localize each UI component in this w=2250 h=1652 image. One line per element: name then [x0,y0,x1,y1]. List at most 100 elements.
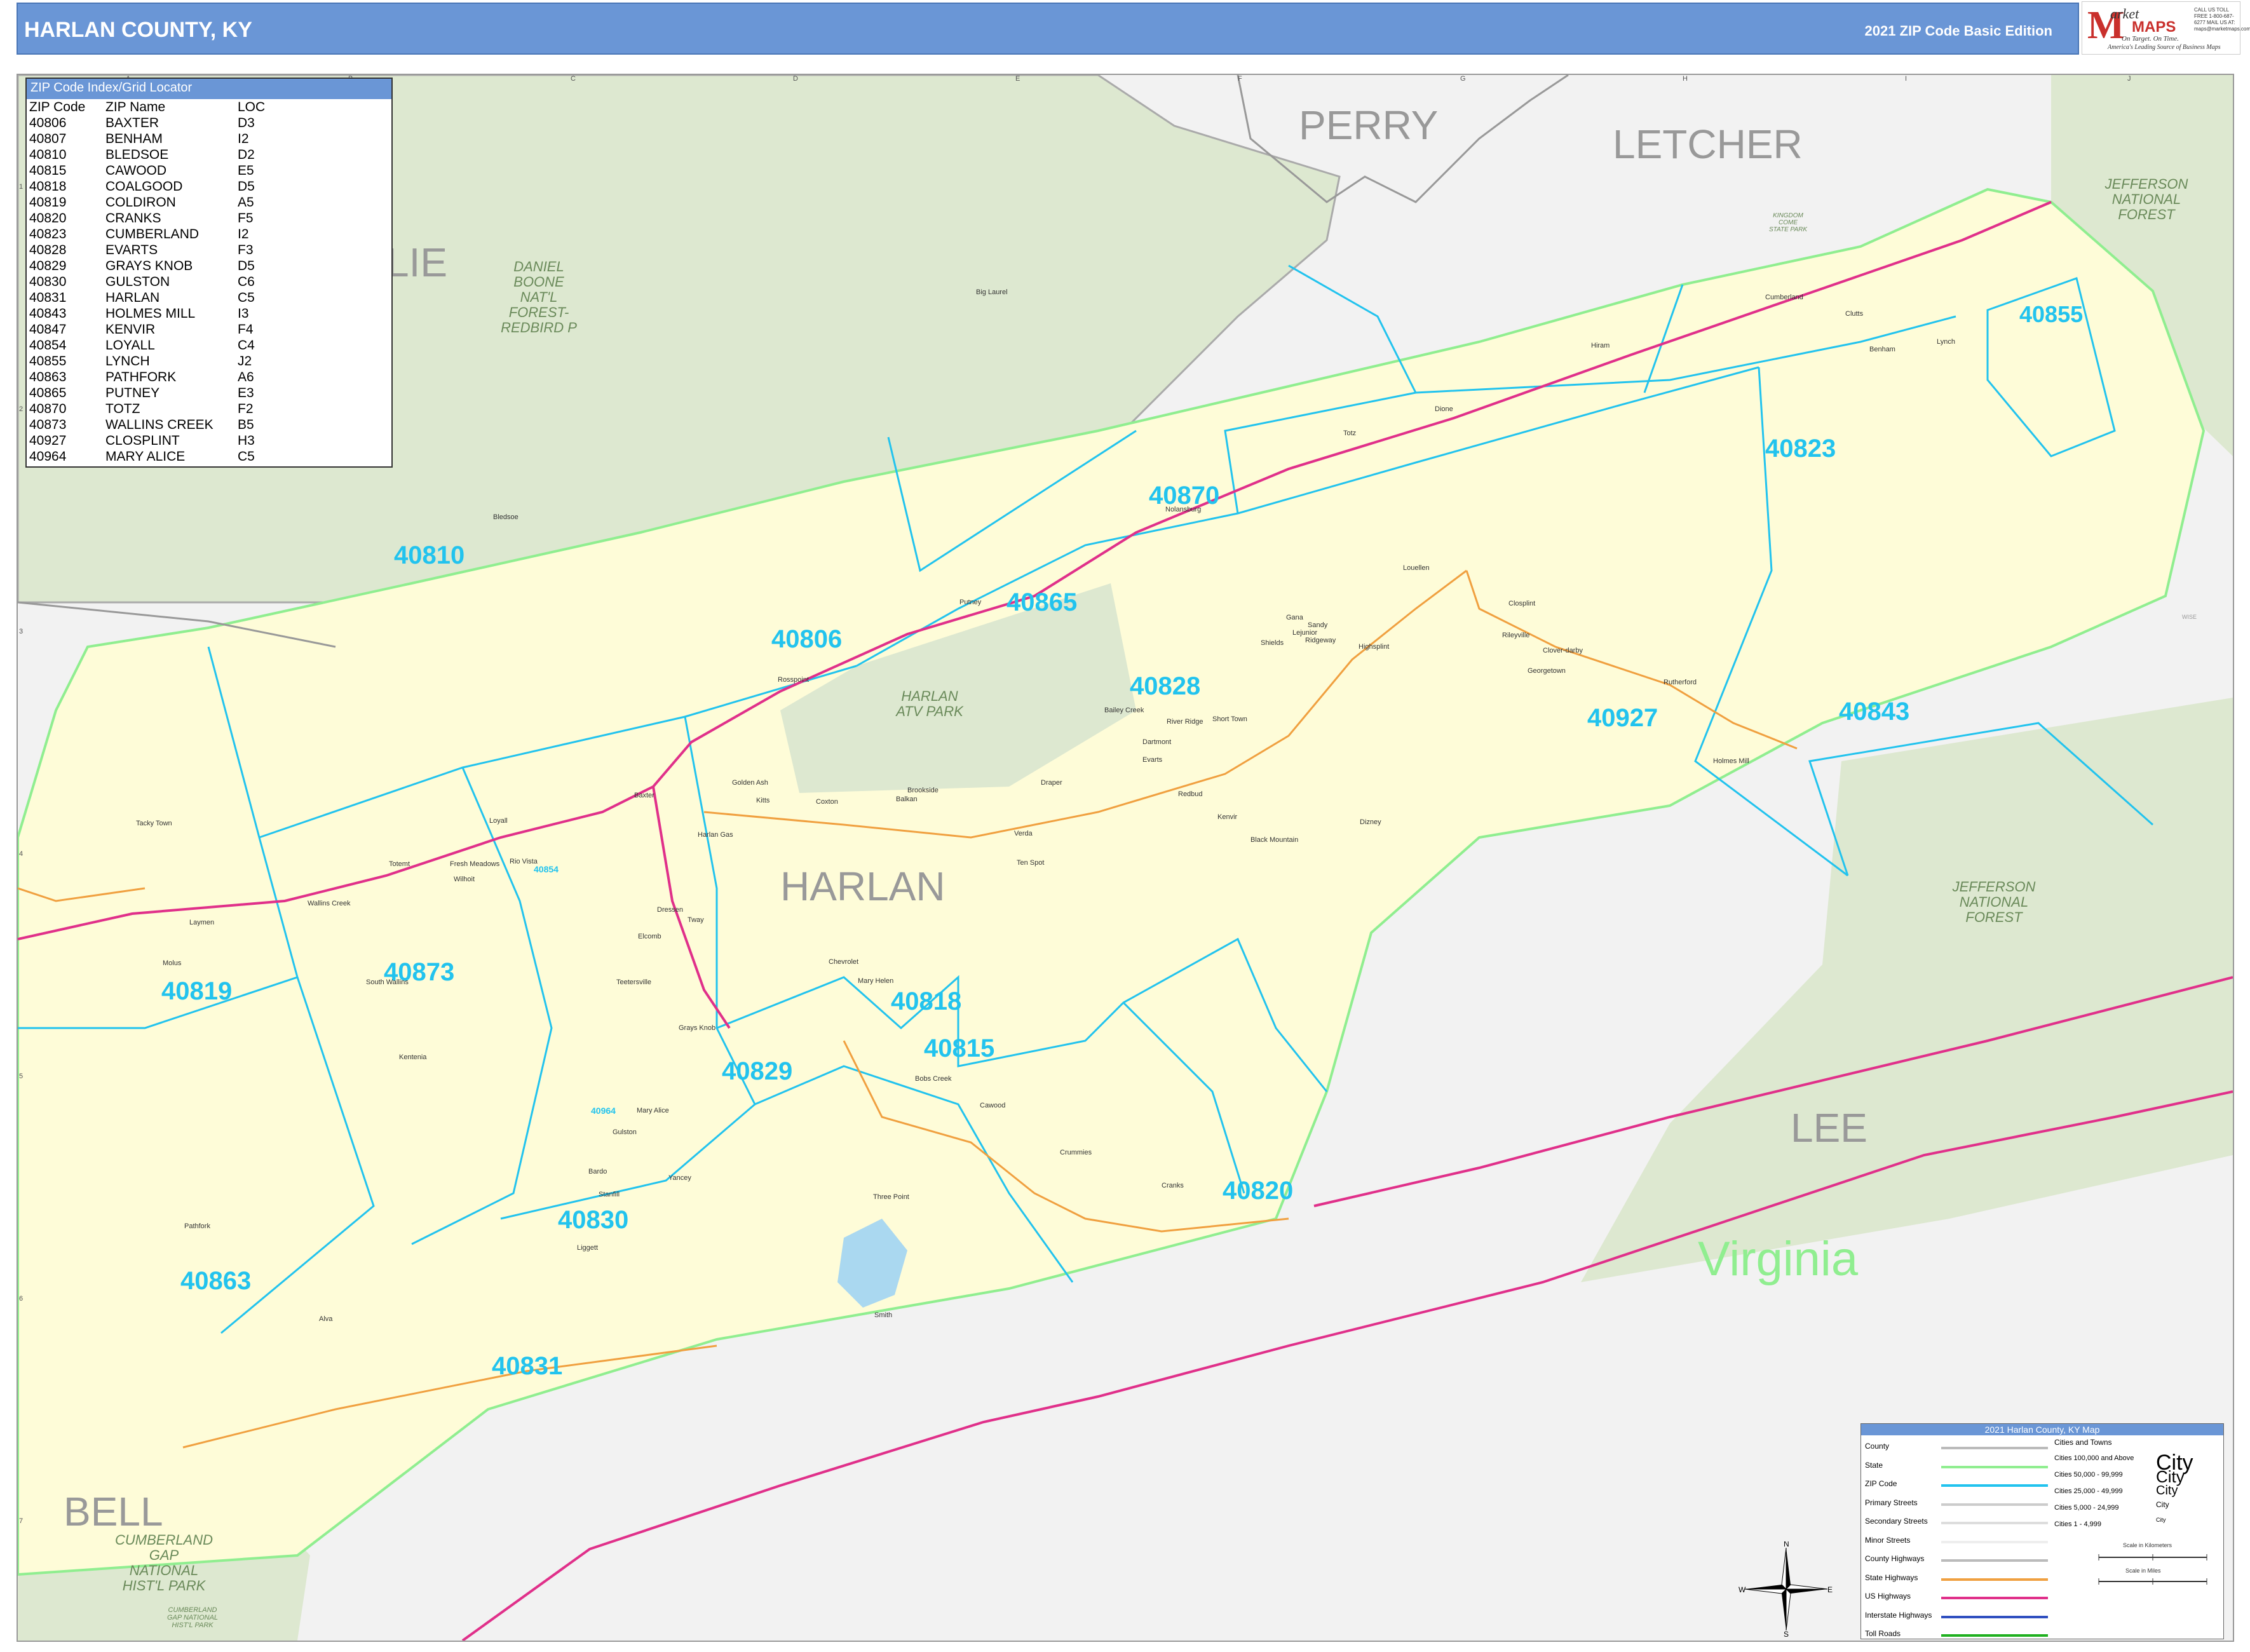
zip-index-table: ZIP Code ZIP Name LOC 40806 BAXTER D3 40807… [27,99,391,464]
zip-name-cell: KENVIR [105,322,156,337]
town-label: Gulston [613,1128,637,1136]
town-label: Redbud [1178,790,1203,798]
town-label: Highsplint [1359,643,1390,651]
zip-index-row: 40823 CUMBERLAND I2 [29,226,391,242]
zip-loc-cell: A6 [238,370,254,384]
town-label: Bardo [588,1168,607,1175]
legend-city-range: Cities 50,000 - 99,999 [2054,1471,2123,1479]
zip-label-40831: 40831 [492,1352,563,1380]
legend-row: Toll Roads [1865,1627,2049,1646]
park-label-cumberland-gap: CUMBERLAND GAP NATIONAL HIST'L PARK [114,1532,213,1594]
town-label: Coxton [816,798,838,806]
zip-code-cell: 40806 [29,116,67,130]
compass-e: E [1827,1585,1833,1594]
town-label: Cawood [980,1102,1006,1109]
town-label: Alva [319,1315,333,1323]
legend-city-row: Cities 25,000 - 49,999 City [2054,1484,2220,1500]
zip-code-cell: 40855 [29,354,67,369]
market-maps-logo: M arket MAPS On Target. On Time. America… [2082,1,2250,55]
town-label: Closplint [1508,600,1536,607]
zip-index-row: 40818 COALGOOD D5 [29,179,391,194]
zip-label-40855: 40855 [2019,301,2084,327]
zip-code-cell: 40847 [29,322,67,337]
zip-index-title: ZIP Code Index/Grid Locator [27,79,391,99]
town-label: Ten Spot [1017,859,1045,867]
town-label: Three Point [873,1193,909,1201]
town-label: Nolansburg [1165,506,1202,513]
legend-row-label: State Highways [1865,1573,1918,1582]
grid-col-f: F [1238,75,1242,83]
zip-index-row: 40855 LYNCH J2 [29,353,391,369]
zip-name-cell: PATHFORK [105,370,177,384]
town-label: Laymen [189,919,215,926]
town-label: Rosspoint [778,676,809,684]
grid-col-d: D [793,75,798,83]
grid-col-h: H [1683,75,1688,83]
zip-label-40806: 40806 [771,625,843,653]
town-label: Smith [874,1311,893,1319]
town-label: Dione [1435,405,1453,413]
legend-row-label: County Highways [1865,1554,1925,1563]
zip-loc-cell: I2 [238,227,249,241]
legend-swatch [1941,1615,2048,1618]
legend-row: County Highways [1865,1552,2049,1571]
town-label: Mary Alice [637,1107,669,1114]
zip-index-header: ZIP Code [29,100,86,114]
legend-row: State [1865,1458,2049,1477]
zip-code-cell: 40831 [29,290,67,305]
zip-name-cell: CUMBERLAND [105,227,200,241]
zip-index-row: 40810 BLEDSOE D2 [29,147,391,163]
town-label: Liggett [577,1244,599,1252]
zip-loc-cell: E3 [238,386,254,400]
zip-index-row: 40847 KENVIR F4 [29,322,391,337]
zip-code-cell: 40964 [29,449,67,464]
compass-w: W [1738,1585,1746,1594]
zip-loc-cell: D3 [238,116,255,130]
town-label: Crummies [1060,1149,1092,1156]
town-label: Benham [1869,346,1895,353]
town-label: Big Laurel [976,288,1008,296]
zip-name-cell: CRANKS [105,211,161,226]
zip-index-rows: 40806 BAXTER D3 40807 BENHAM I2 40810 BLEDSOE D2… [29,115,391,464]
zip-loc-cell: C5 [238,290,255,305]
town-label: Dartmont [1142,738,1172,746]
zip-name-cell: LOYALL [105,338,155,353]
town-label: Draper [1041,779,1062,787]
town-label: Louellen [1403,564,1430,572]
town-label: Loyall [489,817,508,825]
zip-code-cell: 40927 [29,433,67,448]
zip-name-cell: BENHAM [105,132,163,146]
zip-index-row: 40964 MARY ALICE C5 [29,449,391,464]
town-label: Wallins Creek [308,900,351,907]
legend-row: Secondary Streets [1865,1514,2049,1533]
scale-km-label: Scale in Kilometers [2123,1542,2172,1548]
grid-col-g: G [1460,75,1466,83]
legend-city-range: Cities 100,000 and Above [2054,1454,2134,1462]
zip-label-40830: 40830 [558,1206,629,1234]
zip-name-cell: LYNCH [105,354,150,369]
town-label: Baxter [634,792,654,799]
town-label: South Wallins [366,978,409,986]
zip-label-40863: 40863 [180,1267,252,1295]
legend-row-label: US Highways [1865,1592,1911,1601]
town-label: Balkan [896,796,918,803]
zip-label-40829: 40829 [722,1057,793,1085]
town-label: Lynch [1937,338,1955,346]
town-label: Rio Vista [510,858,538,865]
town-label: Lejunior [1292,629,1318,637]
zip-name-cell: GRAYS KNOB [105,259,193,273]
zip-index-row: 40863 PATHFORK A6 [29,369,391,385]
zip-index-row: 40873 WALLINS CREEK B5 [29,417,391,433]
grid-row-1: 1 [19,183,24,191]
county-label-leslie: LIE [386,240,448,285]
legend-city-range: Cities 25,000 - 49,999 [2054,1487,2123,1495]
town-label: Georgetown [1528,667,1566,675]
zip-label-40810: 40810 [394,541,465,569]
map-header: HARLAN COUNTY, KY 2021 ZIP Code Basic Ed… [17,3,2079,55]
zip-loc-cell: D5 [238,259,255,273]
zip-code-cell: 40863 [29,370,67,384]
zip-label-40964: 40964 [591,1106,616,1116]
legend-row: US Highways [1865,1589,2049,1608]
legend-city-row: Cities 5,000 - 24,999 City [2054,1500,2220,1517]
town-label: Kitts [756,797,770,804]
